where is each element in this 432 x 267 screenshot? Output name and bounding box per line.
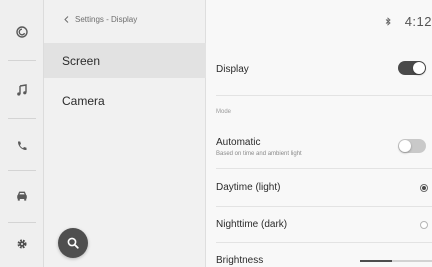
rail-item-settings[interactable]	[0, 234, 44, 254]
automatic-sublabel: Based on time and ambient light	[216, 151, 302, 157]
divider	[216, 168, 432, 169]
search-icon	[67, 237, 79, 249]
list-item-screen[interactable]: Screen	[44, 43, 206, 78]
settings-gear-icon	[17, 239, 27, 249]
status-bar: 4:12	[385, 14, 432, 29]
divider	[216, 95, 432, 96]
settings-list-panel: Settings - Display Screen Camera	[44, 0, 206, 267]
connected-services-icon	[16, 26, 28, 38]
brightness-label: Brightness	[216, 255, 264, 266]
car-icon	[17, 191, 27, 201]
rail-item-media[interactable]	[0, 80, 44, 100]
mode-section-label: Mode	[216, 109, 232, 115]
rail-item-connected[interactable]	[0, 22, 44, 42]
daytime-label: Daytime (light)	[216, 182, 281, 193]
clock: 4:12	[404, 14, 432, 29]
breadcrumb-text: Settings - Display	[75, 15, 138, 24]
list-item-camera[interactable]: Camera	[44, 83, 206, 118]
rail-divider	[8, 118, 36, 119]
breadcrumb[interactable]: Settings - Display	[64, 15, 137, 24]
rail-divider	[8, 170, 36, 171]
brightness-slider[interactable]	[360, 260, 432, 262]
back-chevron-icon[interactable]	[64, 16, 69, 23]
divider	[216, 206, 432, 207]
rail-item-phone[interactable]	[0, 136, 44, 156]
search-button[interactable]	[58, 228, 88, 258]
automatic-toggle[interactable]	[398, 139, 426, 153]
phone-icon	[17, 141, 27, 151]
nighttime-radio[interactable]	[420, 221, 428, 229]
rail-divider	[8, 222, 36, 223]
display-toggle[interactable]	[398, 61, 426, 75]
display-settings-panel: 4:12 Display Mode Automatic Based on tim…	[206, 0, 432, 267]
nav-rail	[0, 0, 44, 267]
nighttime-label: Nighttime (dark)	[216, 219, 288, 230]
brightness-slider-fill	[360, 260, 393, 262]
toggle-knob	[399, 140, 411, 152]
display-label: Display	[216, 64, 249, 75]
rail-item-vehicle[interactable]	[0, 186, 44, 206]
list-item-label: Camera	[62, 93, 105, 108]
list-item-label: Screen	[62, 53, 101, 68]
rail-divider	[8, 60, 36, 61]
bluetooth-icon	[385, 17, 391, 26]
automatic-label: Automatic	[216, 137, 261, 148]
divider	[216, 242, 432, 243]
daytime-radio[interactable]	[420, 184, 428, 192]
toggle-knob	[413, 62, 425, 74]
music-note-icon	[17, 84, 27, 96]
